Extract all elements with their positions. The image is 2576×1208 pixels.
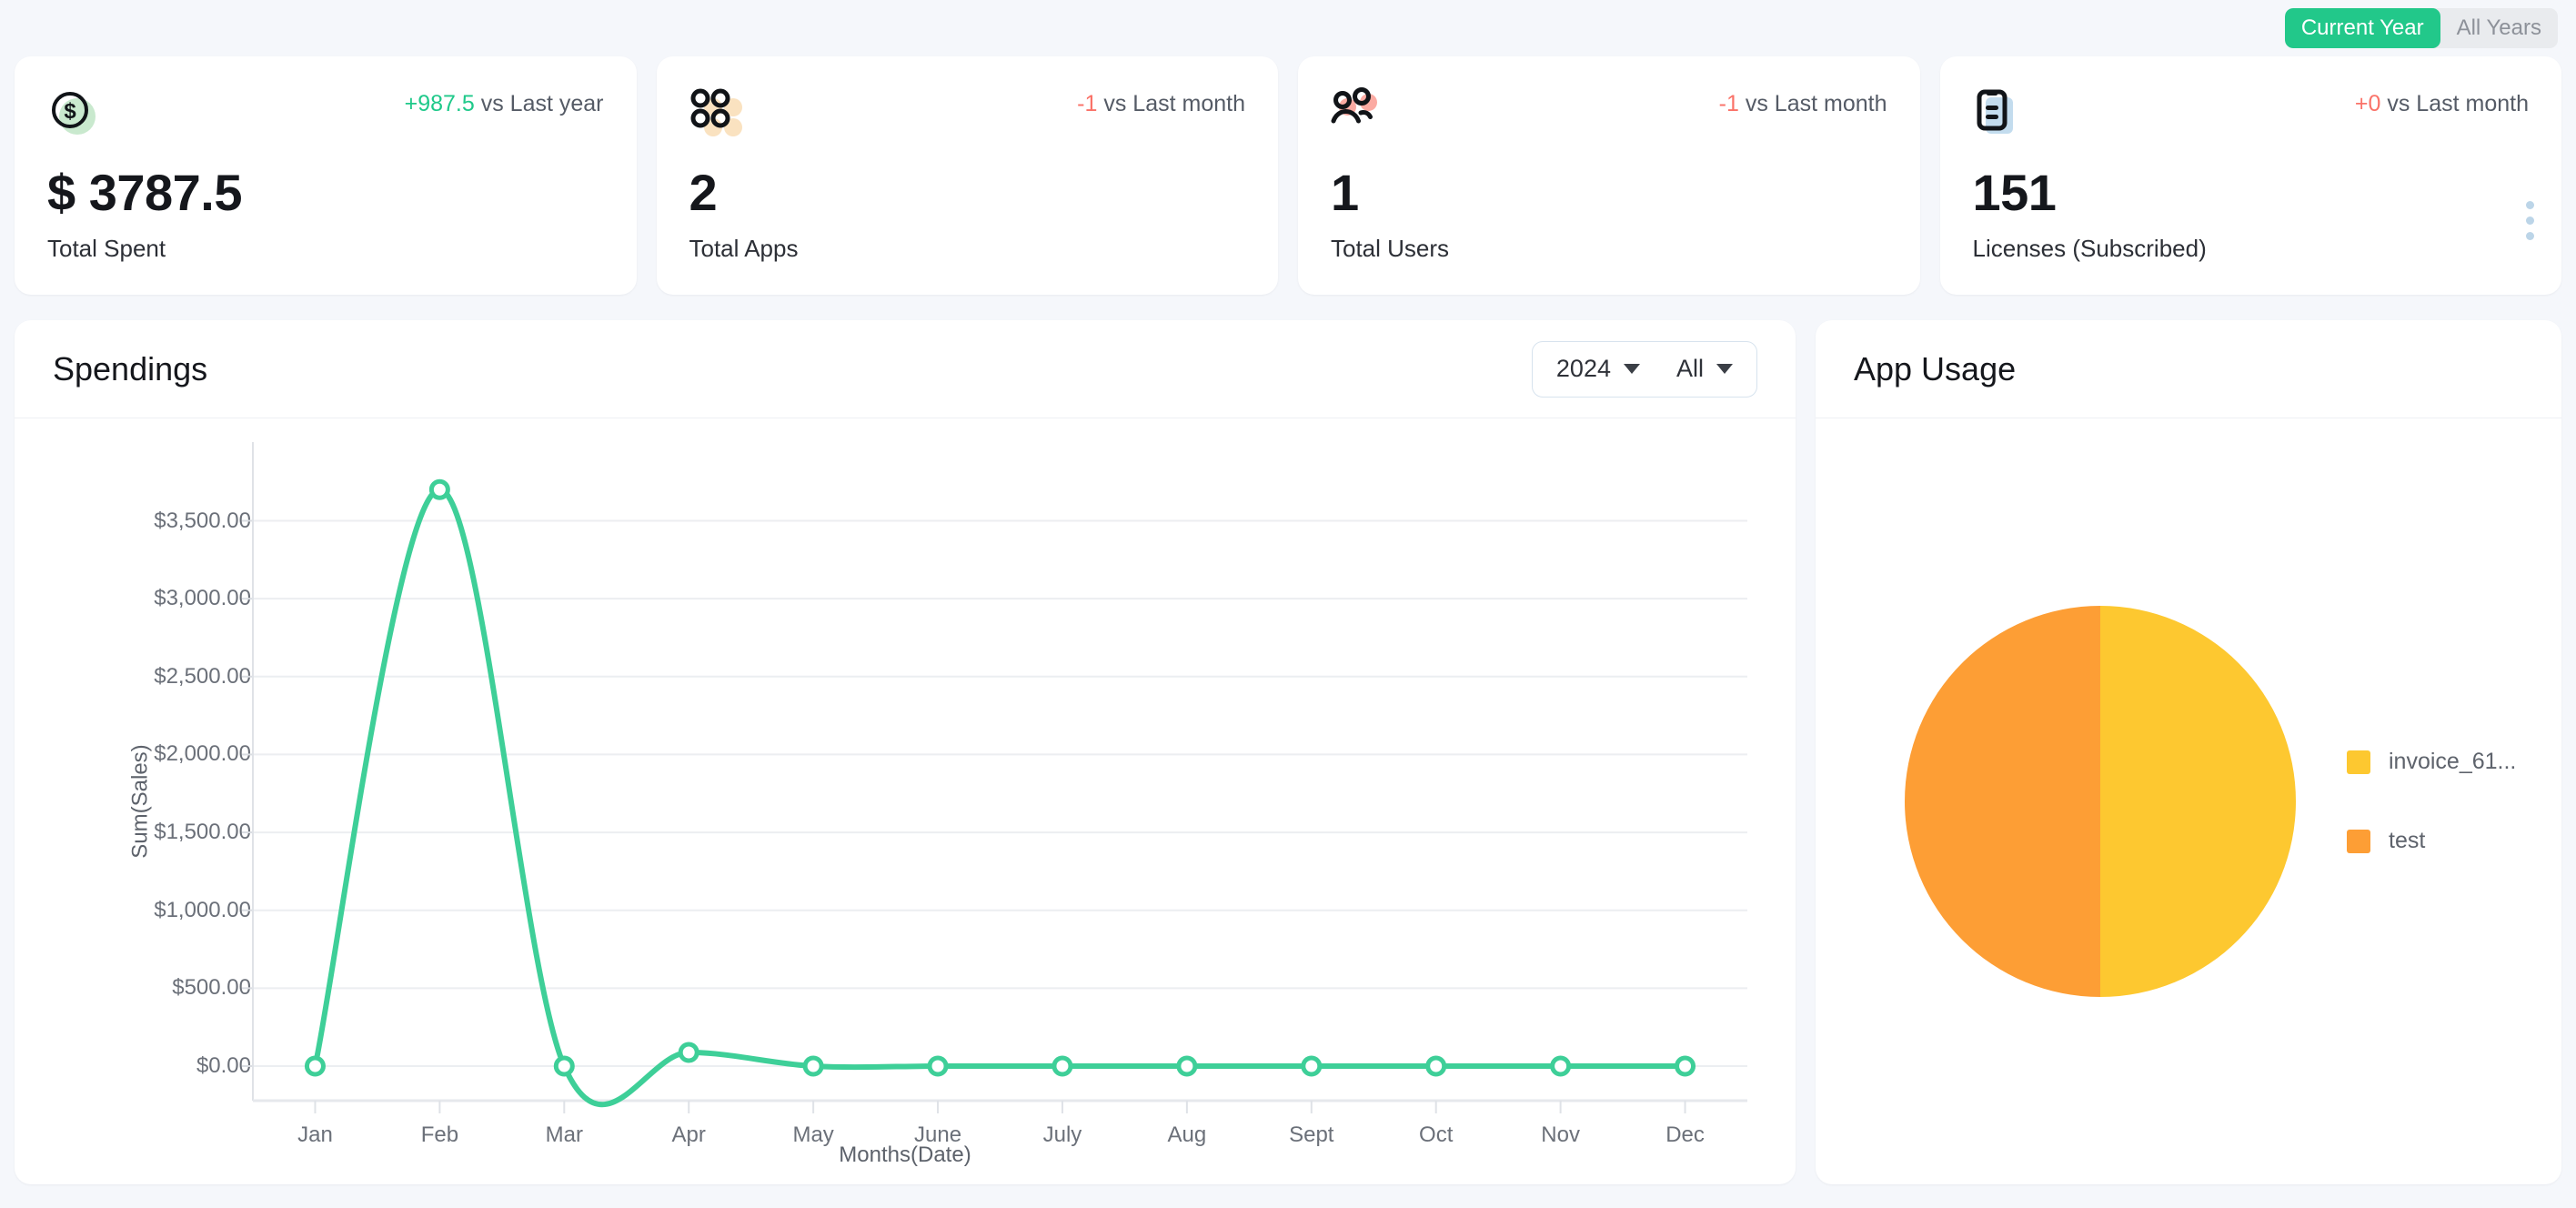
- spendings-chart-body: Sum(Sales) $0.00 $500.00 $1,000.00 $1,500.0…: [15, 418, 1796, 1184]
- more-options-icon[interactable]: [2526, 201, 2534, 240]
- x-axis-tick-label: Apr: [671, 1122, 706, 1147]
- pie-legend: invoice_61...test: [2347, 749, 2516, 854]
- legend-swatch: [2347, 829, 2370, 853]
- app-usage-header: App Usage: [1816, 320, 2561, 418]
- legend-item[interactable]: invoice_61...: [2347, 749, 2516, 775]
- stat-label: Total Spent: [47, 235, 166, 262]
- stat-card-header: -1 vs Last month: [1331, 87, 1887, 160]
- stat-cards-row: $ +987.5 vs Last year $ 3787.5 Total Spe…: [15, 56, 2561, 295]
- stat-delta-value: -1: [1718, 91, 1739, 116]
- chevron-down-icon: [1623, 364, 1640, 374]
- stat-delta-suffix: vs Last month: [1103, 91, 1245, 116]
- x-axis-tick-label: May: [792, 1122, 834, 1147]
- x-axis-tick-label: July: [1042, 1122, 1082, 1147]
- x-axis-title: Months(Date): [839, 1143, 971, 1167]
- year-range-toggle[interactable]: Current Year All Years: [2284, 8, 2558, 48]
- legend-item[interactable]: test: [2347, 828, 2516, 854]
- app-usage-chart-body: invoice_61...test: [1816, 418, 2561, 1184]
- pie-chart-graphic[interactable]: [1905, 606, 2296, 997]
- legend-label: invoice_61...: [2389, 749, 2517, 774]
- stat-card-total-apps[interactable]: -1 vs Last month 2 Total Apps: [656, 56, 1278, 295]
- year-select-value: 2024: [1555, 355, 1611, 382]
- users-icon: [1331, 87, 1384, 140]
- stat-delta-value: -1: [1077, 91, 1098, 116]
- stat-card-header: +0 vs Last month: [1973, 87, 2529, 160]
- app-usage-panel: App Usage invoice_61...test: [1816, 320, 2561, 1184]
- dashboard-page: Current Year All Years $ +987.5 vs Last …: [0, 0, 2576, 1208]
- stat-label: Licenses (Subscribed): [1972, 235, 2207, 262]
- stat-delta: -1 vs Last month: [1719, 87, 1887, 117]
- chevron-down-icon: [1716, 364, 1733, 374]
- legend-label: test: [2389, 828, 2426, 853]
- stat-card-total-users[interactable]: -1 vs Last month 1 Total Users: [1298, 56, 1920, 295]
- stat-value: 1: [1331, 164, 1359, 221]
- toggle-current-year[interactable]: Current Year: [2284, 8, 2440, 48]
- stat-delta-value: +987.5: [404, 91, 475, 116]
- legend-swatch: [2347, 750, 2370, 774]
- line-chart[interactable]: Sum(Sales) $0.00 $500.00 $1,000.00 $1,500.0…: [15, 418, 1796, 1184]
- year-select[interactable]: 2024: [1538, 355, 1658, 383]
- stat-card-header: $ +987.5 vs Last year: [47, 87, 604, 160]
- stat-delta: -1 vs Last month: [1077, 87, 1245, 117]
- stat-card-header: -1 vs Last month: [689, 87, 1245, 160]
- x-axis-tick-label: Dec: [1665, 1122, 1705, 1147]
- spendings-filters: 2024 All: [1531, 340, 1757, 398]
- stat-value: 151: [1972, 164, 2057, 221]
- menu-dot: [2526, 216, 2534, 225]
- spendings-header: Spendings 2024 All: [15, 320, 1796, 418]
- dollar-coin-icon: $: [47, 87, 100, 140]
- menu-dot: [2526, 201, 2534, 209]
- apps-grid-icon: [689, 87, 742, 140]
- scope-select[interactable]: All: [1658, 355, 1751, 383]
- stat-value: $ 3787.5: [47, 164, 242, 221]
- menu-dot: [2526, 232, 2534, 240]
- x-axis-tick-label: Nov: [1541, 1122, 1580, 1147]
- spendings-panel: Spendings 2024 All Sum(Sales) $0.00 $500.…: [15, 320, 1796, 1184]
- pie-chart[interactable]: invoice_61...test: [1816, 418, 2561, 1184]
- stat-delta-suffix: vs Last year: [480, 91, 604, 116]
- stat-card-licenses[interactable]: +0 vs Last month 151 Licenses (Subscribe…: [1939, 56, 2561, 295]
- stat-delta-suffix: vs Last month: [2387, 91, 2529, 116]
- panels-row: Spendings 2024 All Sum(Sales) $0.00 $500.…: [15, 320, 2561, 1184]
- svg-text:$: $: [64, 99, 76, 124]
- page-title: Spendings: [53, 349, 208, 388]
- stat-delta: +0 vs Last month: [2355, 87, 2529, 117]
- stat-delta-value: +0: [2354, 91, 2381, 116]
- stat-label: Total Apps: [689, 235, 799, 262]
- stat-label: Total Users: [1331, 235, 1450, 262]
- stat-delta-suffix: vs Last month: [1745, 91, 1887, 116]
- x-axis-tick-label: Jan: [297, 1122, 333, 1147]
- x-axis-tick-label: Oct: [1419, 1122, 1454, 1147]
- x-axis-tick-label: Feb: [420, 1122, 459, 1147]
- x-axis-tick-label: Sept: [1289, 1122, 1334, 1147]
- scope-select-value: All: [1675, 355, 1704, 382]
- toggle-all-years[interactable]: All Years: [2440, 8, 2558, 48]
- app-usage-title: App Usage: [1854, 349, 2017, 388]
- stat-card-total-spent[interactable]: $ +987.5 vs Last year $ 3787.5 Total Spe…: [15, 56, 637, 295]
- stat-delta: +987.5 vs Last year: [405, 87, 604, 117]
- x-axis-tick-label: Aug: [1167, 1122, 1207, 1147]
- stat-value: 2: [689, 164, 718, 221]
- topbar: Current Year All Years: [15, 0, 2561, 56]
- line-chart-svg: [242, 442, 1747, 1113]
- x-axis-tick-label: Mar: [545, 1122, 583, 1147]
- license-document-icon: [1973, 87, 2026, 140]
